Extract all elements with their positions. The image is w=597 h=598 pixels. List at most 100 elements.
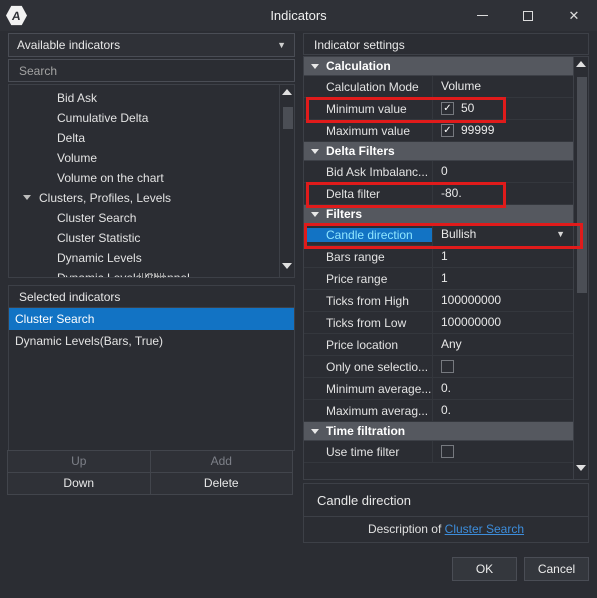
settings-row-value-cell[interactable]: Bullish ▼ (432, 223, 573, 246)
settings-row-value-cell[interactable]: -80. (432, 182, 573, 205)
chevron-down-icon: ▼ (277, 40, 286, 50)
settings-row-value-cell[interactable]: ✓ 99999 (432, 119, 573, 142)
settings-row-value-cell[interactable]: 0 (432, 160, 573, 183)
description-link[interactable]: Cluster Search (445, 522, 524, 536)
settings-row[interactable]: Minimum average... 0. (304, 377, 573, 400)
scroll-thumb[interactable] (283, 107, 293, 129)
settings-row[interactable]: Minimum value ✓ 50 (304, 97, 573, 120)
resize-grip[interactable] (138, 273, 165, 278)
minimize-button[interactable] (459, 0, 505, 31)
settings-grid[interactable]: Calculation Calculation Mode Volume Minimum… (304, 57, 573, 479)
move-down-button[interactable]: Down (7, 472, 151, 495)
tree-item[interactable]: Bid Ask (9, 88, 279, 108)
settings-row-value: 0. (441, 403, 452, 417)
settings-group-header[interactable]: Filters (304, 205, 573, 224)
settings-scroll-up-icon[interactable] (576, 61, 586, 67)
settings-row[interactable]: Price location Any (304, 333, 573, 356)
description-title: Candle direction (303, 483, 589, 517)
settings-row-label: Delta filter (326, 186, 381, 201)
settings-row-value-cell[interactable]: 100000000 (432, 311, 573, 334)
settings-row[interactable]: Only one selectio... (304, 355, 573, 378)
collapse-triangle-icon[interactable] (311, 64, 319, 69)
tree-item-label: Cluster Search (57, 211, 137, 225)
settings-row-label: Maximum averag... (326, 403, 429, 418)
move-up-button[interactable]: Up (7, 450, 151, 473)
selected-indicators-list[interactable]: Cluster Search Dynamic Levels(Bars, True) (9, 308, 294, 352)
maximize-button[interactable] (505, 0, 551, 31)
settings-group-header[interactable]: Delta Filters (304, 142, 573, 161)
tree-item[interactable]: Cumulative Delta (9, 108, 279, 128)
settings-scroll-down-icon[interactable] (576, 465, 586, 471)
settings-row-value: 100000000 (441, 315, 502, 329)
selected-indicators-header: Selected indicators (9, 286, 294, 308)
tree-item[interactable]: Volume on the chart (9, 168, 279, 188)
expand-triangle-icon[interactable] (23, 195, 31, 200)
settings-row[interactable]: Ticks from Low 100000000 (304, 311, 573, 334)
description-line: Description of Cluster Search (303, 516, 589, 543)
maximize-icon (523, 10, 533, 21)
tree-scrollbar[interactable] (279, 85, 294, 277)
available-indicators-dropdown[interactable]: Available indicators ▼ (8, 33, 295, 57)
settings-row-label: Calculation Mode (326, 79, 419, 94)
settings-row[interactable]: Maximum averag... 0. (304, 399, 573, 422)
tree-item[interactable]: Cluster Search (9, 208, 279, 228)
settings-row[interactable]: Maximum value ✓ 99999 (304, 119, 573, 142)
settings-group-header[interactable]: Time filtration (304, 422, 573, 441)
ok-button[interactable]: OK (452, 557, 517, 581)
collapse-triangle-icon[interactable] (311, 429, 319, 434)
selected-indicator-item[interactable]: Dynamic Levels(Bars, True) (9, 330, 294, 352)
close-icon: ✕ (568, 7, 580, 23)
settings-row-value-cell[interactable]: 0. (432, 399, 573, 422)
tree-item[interactable]: Volume (9, 148, 279, 168)
settings-row-value-cell[interactable]: 1 (432, 245, 573, 268)
cancel-button[interactable]: Cancel (524, 557, 589, 581)
title-bar: Indicators ✕ (0, 0, 597, 31)
settings-row-value-cell[interactable] (432, 440, 573, 463)
settings-row[interactable]: Calculation Mode Volume (304, 75, 573, 98)
chevron-down-icon[interactable]: ▼ (556, 224, 565, 245)
tree-item[interactable]: Cluster Statistic (9, 228, 279, 248)
available-indicators-label: Available indicators (17, 38, 121, 52)
scroll-down-icon[interactable] (282, 263, 292, 269)
settings-row-value-cell[interactable] (432, 355, 573, 378)
tree-item[interactable]: Dynamic Levels (9, 248, 279, 268)
settings-row[interactable]: Bars range 1 (304, 245, 573, 268)
tree-item[interactable]: Delta (9, 128, 279, 148)
settings-row-value-cell[interactable]: 0. (432, 377, 573, 400)
settings-row[interactable]: Use time filter (304, 440, 573, 463)
scroll-up-icon[interactable] (282, 89, 292, 95)
add-button[interactable]: Add (149, 450, 293, 473)
delete-button[interactable]: Delete (149, 472, 293, 495)
settings-row[interactable]: Ticks from High 100000000 (304, 289, 573, 312)
settings-scrollbar[interactable] (573, 57, 588, 479)
settings-row-value-cell[interactable]: Any (432, 333, 573, 356)
checkbox-checked-icon[interactable]: ✓ (441, 102, 454, 115)
search-box[interactable] (8, 59, 295, 82)
checkbox-unchecked-icon[interactable] (441, 360, 454, 373)
checkbox-unchecked-icon[interactable] (441, 445, 454, 458)
settings-row[interactable]: Bid Ask Imbalanc... 0 (304, 160, 573, 183)
settings-scroll-thumb[interactable] (577, 77, 587, 293)
minimize-icon (476, 15, 488, 16)
settings-row-value-cell[interactable]: 100000000 (432, 289, 573, 312)
checkbox-checked-icon[interactable]: ✓ (441, 124, 454, 137)
collapse-triangle-icon[interactable] (311, 212, 319, 217)
selected-indicator-item[interactable]: Cluster Search (9, 308, 294, 330)
settings-row-value-cell[interactable]: ✓ 50 (432, 97, 573, 120)
tree-item-label: Volume (57, 151, 98, 165)
settings-row-value: -80. (441, 186, 462, 200)
settings-row-value-cell[interactable]: 1 (432, 267, 573, 290)
settings-row-label: Maximum value (326, 123, 411, 138)
settings-row[interactable]: Candle direction Bullish ▼ (304, 223, 573, 246)
close-button[interactable]: ✕ (551, 0, 597, 31)
search-input[interactable] (17, 62, 286, 79)
settings-row[interactable]: Delta filter -80. (304, 182, 573, 205)
tree-item-label: Clusters, Profiles, Levels (39, 191, 172, 205)
settings-row[interactable]: Price range 1 (304, 267, 573, 290)
collapse-triangle-icon[interactable] (311, 149, 319, 154)
settings-group-header[interactable]: Calculation (304, 57, 573, 76)
tree-item[interactable]: Clusters, Profiles, Levels (9, 188, 279, 208)
settings-row-value-cell[interactable]: Volume (432, 75, 573, 98)
settings-row-value: 50 (461, 101, 475, 115)
tree-list[interactable]: Bid Ask Cumulative Delta Delta Volume Volume… (9, 85, 279, 277)
